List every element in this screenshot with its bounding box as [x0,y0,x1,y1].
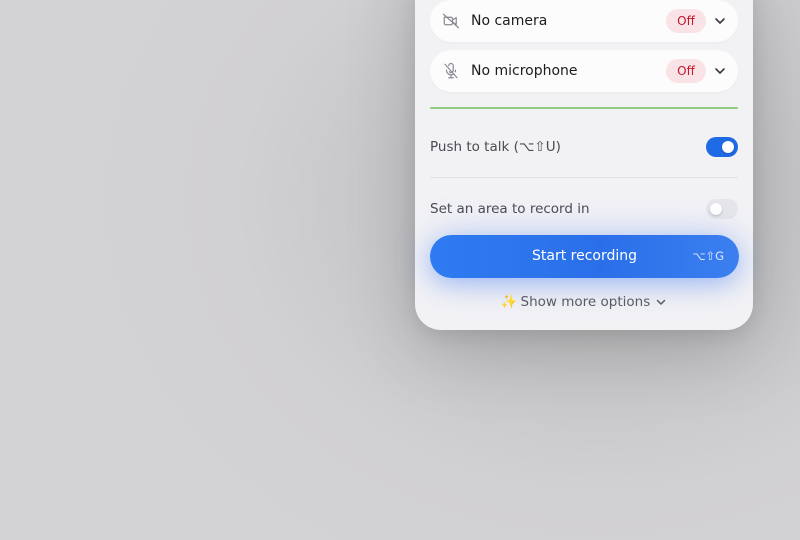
camera-selector[interactable]: No camera Off [430,0,738,42]
record-area-toggle[interactable] [706,199,738,219]
audio-level-bar [430,107,738,109]
chevron-down-icon [657,299,666,305]
microphone-off-icon [444,62,458,79]
show-more-options-label: Show more options [520,294,651,310]
record-area-label: Set an area to record in [430,201,590,217]
microphone-selector[interactable]: No microphone Off [430,50,738,92]
push-to-talk-toggle[interactable] [706,137,738,157]
chevron-down-icon[interactable] [713,14,727,28]
toggle-knob [722,141,734,153]
start-recording-shortcut: ⌥⇧G [692,249,724,263]
record-area-row: Set an area to record in [430,197,738,221]
show-more-options-button[interactable]: ✨ Show more options [415,293,753,311]
toggle-knob [710,203,722,215]
microphone-status-badge[interactable]: Off [666,59,706,83]
sparkles-icon: ✨ [500,294,518,310]
push-to-talk-label: Push to talk (⌥⇧U) [430,139,561,155]
recorder-panel: No camera Off No microphone Off Push to … [415,0,753,330]
start-recording-button[interactable]: Start recording ⌥⇧G [430,235,739,278]
push-to-talk-row: Push to talk (⌥⇧U) [430,135,738,159]
camera-status-badge[interactable]: Off [666,9,706,33]
microphone-label: No microphone [471,63,578,79]
camera-label: No camera [471,13,548,29]
chevron-down-icon[interactable] [713,64,727,78]
divider [430,177,738,178]
camera-off-icon [442,13,460,29]
